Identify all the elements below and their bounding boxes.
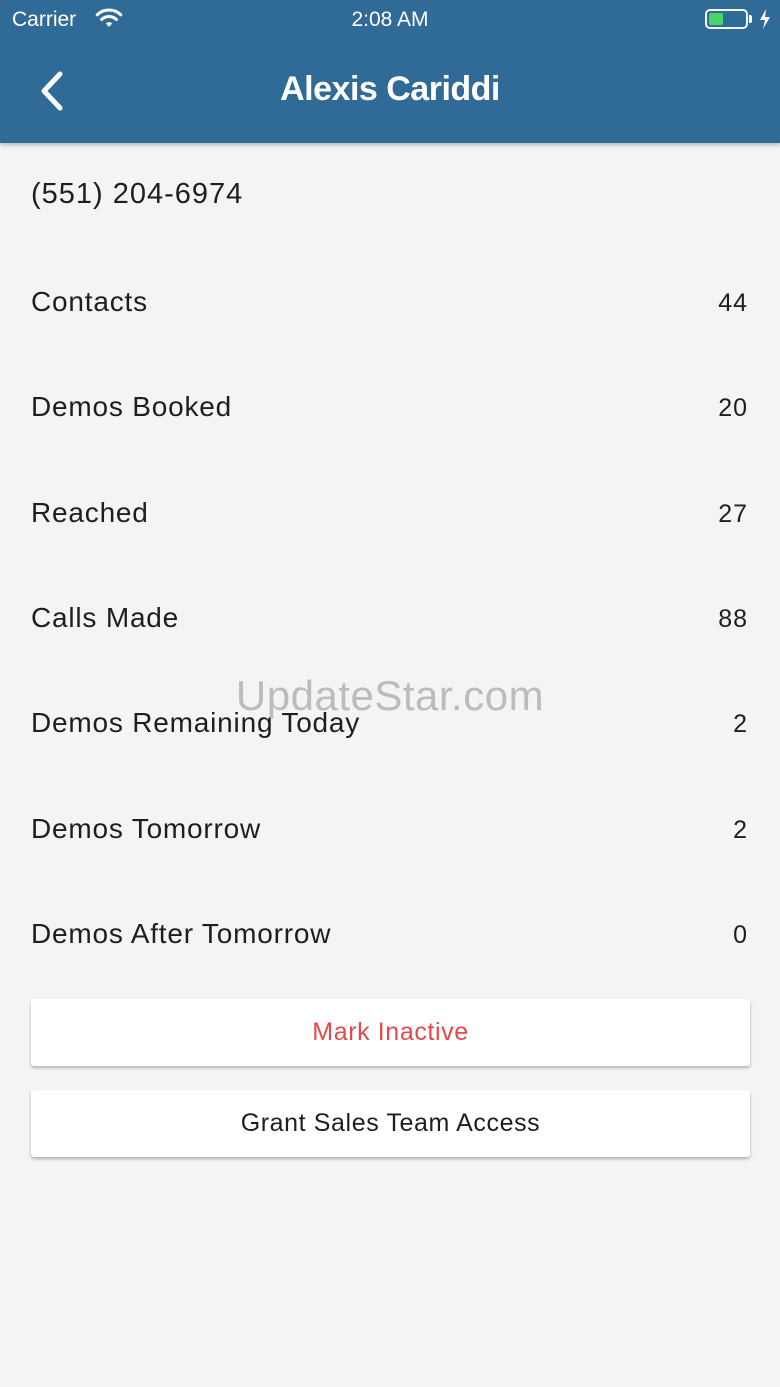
- page-title: Alexis Cariddi: [280, 70, 500, 108]
- status-time: 2:08 AM: [351, 8, 429, 31]
- stat-row-calls-made: Calls Made 88: [0, 602, 780, 707]
- stat-label: Demos Remaining Today: [31, 707, 361, 738]
- stat-value: 2: [733, 816, 748, 844]
- stat-row-contacts: Contacts 44: [0, 286, 780, 391]
- stat-row-demos-tomorrow: Demos Tomorrow 2: [0, 813, 780, 918]
- charging-bolt-icon: [760, 9, 770, 29]
- stat-row-reached: Reached 27: [0, 497, 780, 602]
- stat-label: Demos After Tomorrow: [31, 918, 332, 949]
- battery-tip: [749, 15, 752, 23]
- mark-inactive-button[interactable]: Mark Inactive: [31, 999, 750, 1066]
- stat-label: Contacts: [31, 286, 148, 317]
- battery-icon: [705, 9, 748, 29]
- stat-label: Demos Booked: [31, 391, 233, 422]
- status-bar: Carrier 2:08 AM: [0, 0, 780, 40]
- stat-value: 88: [718, 605, 748, 633]
- stat-value: 2: [733, 710, 748, 738]
- stat-label: Calls Made: [31, 602, 180, 633]
- stat-row-demos-booked: Demos Booked 20: [0, 391, 780, 496]
- phone-number[interactable]: (551) 204-6974: [31, 178, 243, 211]
- stat-value: 27: [718, 500, 748, 528]
- grant-sales-team-access-button[interactable]: Grant Sales Team Access: [31, 1090, 750, 1157]
- stat-label: Reached: [31, 497, 149, 528]
- nav-bar: Carrier 2:08 AM Alexis Cariddi: [0, 0, 780, 143]
- stat-label: Demos Tomorrow: [31, 813, 262, 844]
- stat-row-demos-remaining-today: Demos Remaining Today 2: [0, 707, 780, 812]
- stat-value: 44: [718, 289, 748, 317]
- stat-value: 0: [733, 921, 748, 949]
- stat-value: 20: [718, 394, 748, 422]
- battery-level: [709, 13, 723, 25]
